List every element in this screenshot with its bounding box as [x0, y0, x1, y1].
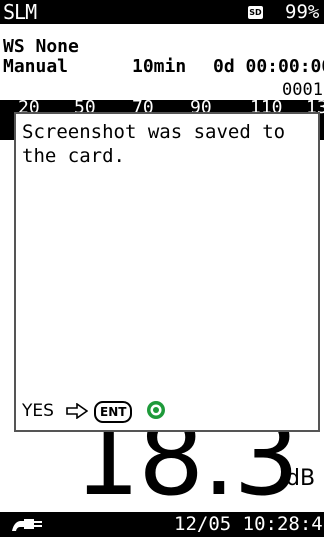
sd-card-icon: SD: [248, 6, 263, 19]
measure-interval: 10min: [132, 56, 187, 77]
measure-mode: Manual: [3, 56, 69, 77]
arrow-right-icon: [66, 403, 88, 419]
date-time: 12/05 10:28:47: [174, 513, 324, 535]
measurement-settings-row: Manual 10min 0d 00:00:00: [0, 56, 324, 77]
store-count: 0001: [282, 80, 323, 100]
weighting-setting: WS None: [3, 36, 79, 57]
footer-bar: 12/05 10:28:47: [0, 512, 324, 537]
app-title: SLM: [3, 0, 37, 24]
ent-key-icon[interactable]: ENT: [94, 401, 133, 423]
battery-level: 99%: [285, 1, 320, 23]
elapsed-time: 0d 00:00:00: [213, 56, 324, 77]
screenshot-saved-dialog: Screenshot was saved to the card. YES EN…: [14, 112, 320, 432]
ac-power-icon: [12, 519, 42, 531]
dialog-message: Screenshot was saved to the card.: [22, 121, 286, 167]
status-bar: SLM SD 99%: [0, 0, 324, 24]
yes-label: YES: [22, 401, 54, 421]
measurement-unit: dB: [286, 466, 316, 491]
enter-circle-icon[interactable]: [146, 400, 166, 420]
